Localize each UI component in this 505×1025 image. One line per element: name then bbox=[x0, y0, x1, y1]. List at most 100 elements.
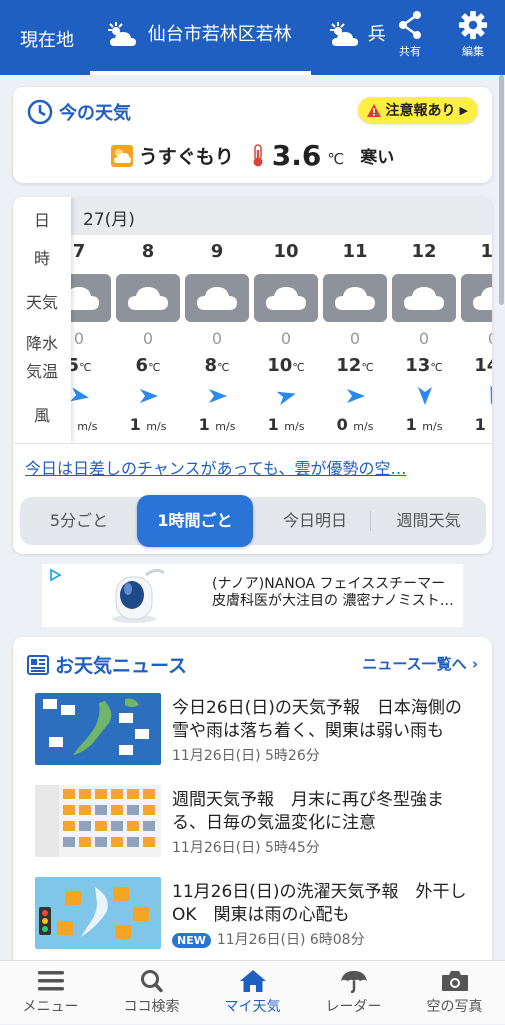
scrollbar[interactable] bbox=[499, 75, 504, 305]
ad-banner[interactable]: (ナノア)NANOA フェイススチーマー 皮膚科医が大注目の 濃密ナノミスト… bbox=[42, 564, 463, 627]
wind-speed-unit: m/s bbox=[284, 420, 305, 433]
temp-number: 14 bbox=[474, 355, 492, 376]
ad-line-2: 皮膚科医が大注目の 濃密ナノミスト… bbox=[212, 593, 454, 609]
wind-speed-unit: m/s bbox=[491, 420, 492, 433]
gear-icon bbox=[458, 10, 488, 40]
cloudy-icon bbox=[392, 274, 456, 322]
temp-unit: ℃ bbox=[217, 361, 230, 374]
cloudy-icon bbox=[330, 22, 358, 46]
ad-product-image bbox=[112, 568, 165, 623]
hour-column: 11 0 12℃ 0 m/s bbox=[321, 235, 389, 443]
interval-segmented-control: 5分ごと 1時間ごと 今日明日 週間天気 bbox=[20, 495, 486, 547]
divider bbox=[13, 443, 492, 444]
wind-speed-unit: m/s bbox=[422, 420, 443, 433]
nav-radar[interactable]: レーダー bbox=[303, 961, 404, 1025]
edit-button[interactable]: 編集 bbox=[451, 10, 495, 59]
wind-direction-arrow-icon bbox=[209, 389, 227, 403]
search-icon bbox=[140, 970, 163, 993]
temp-value: 14℃ bbox=[459, 355, 492, 376]
row-label-hour: 時 bbox=[33, 249, 50, 268]
current-weather-title: 今の天気 bbox=[27, 99, 131, 125]
nav-menu[interactable]: メニュー bbox=[0, 961, 101, 1025]
news-item-title: 今日26日(日)の天気予報 日本海側の雪や雨は落ち着く、関東は弱い雨も bbox=[172, 698, 462, 741]
hour-column: 10 0 10℃ 1 m/s bbox=[252, 235, 320, 443]
hour-label: 9 bbox=[210, 241, 224, 262]
row-label-wind: 風 bbox=[33, 406, 50, 425]
wind-direction-arrow-icon bbox=[69, 387, 89, 402]
location-tab-active[interactable]: 仙台市若林区若林 bbox=[106, 20, 292, 50]
next-location-label: 兵 bbox=[367, 24, 386, 45]
cloudy-icon bbox=[461, 274, 492, 322]
news-thumbnail-laundry-map bbox=[35, 877, 161, 949]
current-feel: 寒い bbox=[360, 148, 395, 168]
clock-icon bbox=[27, 99, 53, 125]
news-item-date-text: 11月26日(日) 6時08分 bbox=[216, 932, 365, 948]
temp-value: 12℃ bbox=[321, 355, 389, 376]
nav-radar-label: レーダー bbox=[325, 999, 382, 1015]
hour-column: 12 0 13℃ 1 m/s bbox=[390, 235, 458, 443]
tab-weekly[interactable]: 週間天気 bbox=[371, 497, 486, 545]
cloudy-icon bbox=[108, 22, 136, 46]
wind-direction-arrow-icon bbox=[140, 389, 158, 403]
news-item[interactable]: 今日26日(日)の天気予報 日本海側の雪や雨は落ち着く、関東は弱い雨も 11月2… bbox=[35, 693, 475, 769]
share-label: 共有 bbox=[399, 45, 421, 58]
nav-sky-photos[interactable]: 空の写真 bbox=[404, 961, 505, 1025]
hourly-forecast-card: 27(月) 705℃1 m/s806℃1 m/s908℃1 m/s10010℃1… bbox=[13, 197, 492, 554]
share-button[interactable]: 共有 bbox=[388, 10, 432, 70]
nav-menu-label: メニュー bbox=[22, 999, 79, 1015]
thermometer-icon bbox=[253, 143, 263, 166]
location-tab-current[interactable]: 現在地 bbox=[20, 26, 74, 52]
wind-speed-unit: m/s bbox=[353, 420, 374, 433]
temp-unit: ℃ bbox=[430, 361, 443, 374]
tab-5min[interactable]: 5分ごと bbox=[20, 497, 138, 545]
news-thumbnail-table bbox=[35, 785, 161, 857]
nav-search[interactable]: ココ検索 bbox=[101, 961, 202, 1025]
wind-speed-number: 1 bbox=[129, 415, 141, 434]
nav-my-weather[interactable]: マイ天気 bbox=[202, 961, 303, 1025]
temp-number: 12 bbox=[336, 355, 362, 376]
current-condition: うすぐもり bbox=[138, 146, 234, 168]
menu-icon bbox=[37, 971, 64, 991]
wind-speed-value: 1 m/s bbox=[390, 415, 458, 434]
current-weather-card: 今の天気 注意報あり ▶ うすぐもり 3.6 ℃ 寒い bbox=[13, 87, 492, 183]
ad-choices-icon[interactable] bbox=[48, 568, 62, 582]
date-bar: 27(月) bbox=[13, 197, 492, 235]
news-list-link[interactable]: ニュース一覧へ › bbox=[362, 653, 478, 674]
home-icon bbox=[239, 970, 266, 992]
wind-speed-number: 1 bbox=[405, 415, 417, 434]
wind-speed-value: 1 m/s bbox=[183, 415, 251, 434]
wind-speed-unit: m/s bbox=[146, 420, 167, 433]
hourly-grid[interactable]: 27(月) 705℃1 m/s806℃1 m/s908℃1 m/s10010℃1… bbox=[13, 197, 492, 443]
temp-number: 10 bbox=[267, 355, 293, 376]
temp-value: 8℃ bbox=[183, 355, 251, 376]
forecast-summary-link[interactable]: 今日は日差しのチャンスがあっても、雲が優勢の空… bbox=[25, 455, 480, 479]
wind-speed-number: 1 bbox=[267, 415, 279, 434]
top-bar: 現在地 仙台市若林区若林 兵 共有 編集 bbox=[0, 0, 505, 75]
news-title: お天気ニュース bbox=[55, 655, 188, 677]
alert-badge[interactable]: 注意報あり ▶ bbox=[357, 97, 478, 123]
tab-hourly[interactable]: 1時間ごと bbox=[137, 495, 253, 547]
temp-value: 10℃ bbox=[252, 355, 320, 376]
active-tab-indicator bbox=[90, 71, 311, 75]
temp-number: 8 bbox=[204, 355, 218, 376]
row-label-column: 日 時 天気 降水 気温 風 bbox=[13, 197, 71, 443]
current-weather-summary: うすぐもり 3.6 ℃ 寒い bbox=[13, 139, 492, 172]
active-location-label: 仙台市若林区若林 bbox=[147, 24, 292, 45]
cloudy-icon bbox=[185, 274, 249, 322]
wind-speed-value: 1 m/s bbox=[459, 415, 492, 434]
temp-unit: ℃ bbox=[79, 361, 92, 374]
tab-today-tomorrow[interactable]: 今日明日 bbox=[260, 497, 370, 545]
news-item[interactable]: 11月26日(日)の洗濯天気予報 外干しOK 関東は雨の心配も NEW 11月26… bbox=[35, 877, 475, 953]
row-label-temp: 気温 bbox=[25, 362, 58, 381]
hour-column: 13 0 14℃ 1 m/s bbox=[459, 235, 492, 443]
forecast-date: 27(月) bbox=[83, 210, 135, 230]
wind-speed-value: 1 m/s bbox=[114, 415, 182, 434]
current-temp: 3.6 bbox=[271, 139, 322, 172]
rain-value: 0 bbox=[211, 329, 223, 348]
row-label-weather: 天気 bbox=[25, 293, 58, 312]
cloudy-icon bbox=[116, 274, 180, 322]
hour-label: 8 bbox=[141, 241, 155, 262]
location-tab-next[interactable]: 兵 bbox=[328, 20, 386, 50]
news-item[interactable]: 週間天気予報 月末に再び冬型強まる、日毎の気温変化に注意 11月26日(日) 5… bbox=[35, 785, 475, 861]
wind-direction-arrow-icon bbox=[276, 391, 296, 406]
